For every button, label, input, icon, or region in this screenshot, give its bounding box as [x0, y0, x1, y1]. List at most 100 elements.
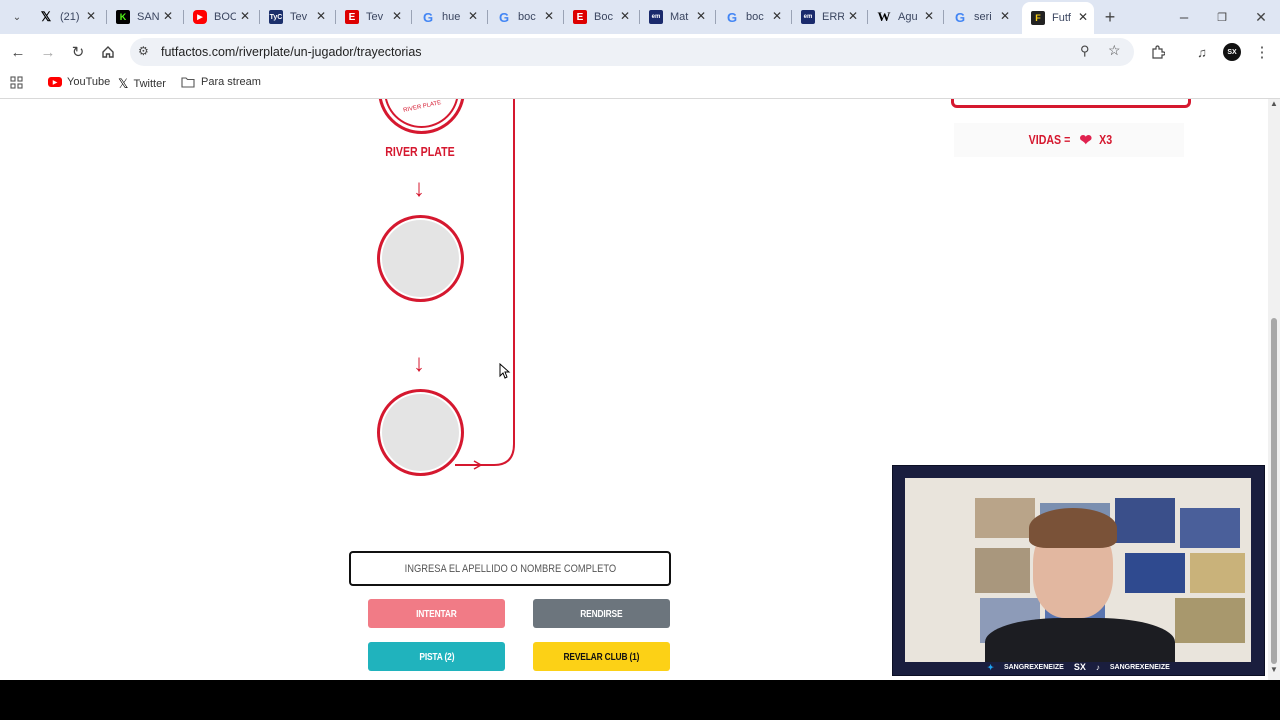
back-icon[interactable]: ← [6, 40, 30, 64]
extensions-icon[interactable] [1146, 40, 1170, 64]
tab-6[interactable]: G hue ✕ [412, 4, 484, 30]
close-tab-icon[interactable]: ✕ [86, 9, 96, 23]
tab-title: SAN [137, 11, 159, 23]
close-tab-icon[interactable]: ✕ [240, 9, 250, 23]
tab-title: ERR [822, 11, 844, 23]
tab-4[interactable]: TyC Tev ✕ [260, 4, 332, 30]
tab-title: (21) [60, 11, 80, 23]
x-logo-icon: 𝕏 [118, 76, 129, 91]
close-tab-icon[interactable]: ✕ [163, 9, 173, 23]
tab-9[interactable]: em Mat ✕ [640, 4, 712, 30]
player-name-input[interactable]: INGRESA EL APELLIDO O NOMBRE COMPLETO [349, 551, 671, 586]
youtube-icon: ▶ [193, 10, 207, 24]
tab-search-chevron-icon[interactable]: ⌄ [5, 5, 29, 29]
screen-bottom-bar [0, 680, 1280, 720]
close-tab-icon[interactable]: ✕ [544, 9, 554, 23]
club-name-river-plate: RIVER PLATE [385, 145, 455, 159]
close-tab-icon[interactable]: ✕ [696, 9, 706, 23]
reveal-club-button[interactable]: REVELAR CLUB (1) [533, 642, 670, 671]
tab-title: Tev [366, 11, 384, 23]
tab-title: BOC [214, 11, 236, 23]
espn-icon: E [345, 10, 359, 24]
media-control-icon[interactable]: ♫ [1190, 40, 1214, 64]
site-info-icon[interactable]: ⚙ [138, 44, 149, 58]
hidden-club-slot-2 [377, 389, 464, 476]
twitter-bird-icon: ✦ [987, 662, 994, 672]
kick-icon: K [116, 10, 130, 24]
bookmark-para-stream[interactable]: Para stream [181, 76, 261, 88]
close-tab-icon[interactable]: ✕ [392, 9, 402, 23]
trajectory-connector [455, 99, 515, 470]
previous-panel-bottom [951, 99, 1191, 108]
bookmark-label: Twitter [133, 78, 166, 90]
hidden-club-slot-1 [377, 215, 464, 302]
minimize-icon[interactable]: – [1172, 5, 1196, 29]
tab-1[interactable]: 𝕏 (21) ✕ [30, 4, 102, 30]
menu-kebab-icon[interactable]: ⋮ [1250, 40, 1274, 64]
webcam-caption-bar: ✦ SANGREXENEIZE SX ♪ SANGREXENEIZE [893, 659, 1264, 675]
google-icon: G [726, 9, 738, 25]
url-text[interactable]: futfactos.com/riverplate/un-jugador/tray… [161, 45, 422, 59]
site-icon: em [649, 10, 663, 24]
page-scrollbar[interactable]: ▲ ▼ [1268, 99, 1280, 680]
tab-13[interactable]: G seri ✕ [944, 4, 1016, 30]
handle-tiktok: SANGREXENEIZE [1109, 663, 1170, 671]
handle-twitter: SANGREXENEIZE [1003, 663, 1064, 671]
tyc-icon: TyC [269, 10, 283, 24]
bookmark-star-icon[interactable]: ☆ [1108, 42, 1121, 59]
home-icon[interactable] [96, 40, 120, 64]
google-icon: G [422, 9, 434, 25]
hint-button-label: PISTA (2) [419, 650, 454, 663]
tab-title: hue [442, 11, 461, 23]
streamer-body [985, 618, 1175, 662]
new-tab-icon[interactable]: + [1098, 5, 1122, 29]
close-tab-icon[interactable]: ✕ [468, 9, 478, 23]
address-bar[interactable]: ⚙ futfactos.com/riverplate/un-jugador/tr… [130, 38, 1134, 66]
lives-label: VIDAS = [1028, 133, 1070, 147]
scrollbar-thumb[interactable] [1271, 318, 1277, 664]
zoom-icon[interactable]: ⚲ [1080, 43, 1090, 59]
close-window-icon[interactable]: ✕ [1249, 5, 1273, 29]
close-tab-icon[interactable]: ✕ [620, 9, 630, 23]
apps-grid-icon[interactable] [10, 76, 23, 89]
hint-button[interactable]: PISTA (2) [368, 642, 505, 671]
give-up-button[interactable]: RENDIRSE [533, 599, 670, 628]
mouse-cursor-icon [499, 363, 511, 379]
profile-avatar[interactable]: SX [1220, 40, 1244, 64]
close-tab-icon[interactable]: ✕ [924, 9, 934, 23]
restore-icon[interactable]: ❐ [1210, 5, 1234, 29]
forward-icon[interactable]: → [36, 40, 60, 64]
reload-icon[interactable]: ↻ [66, 40, 90, 64]
input-placeholder: INGRESA EL APELLIDO O NOMBRE COMPLETO [404, 562, 616, 575]
tab-7[interactable]: G boc ✕ [488, 4, 560, 30]
scroll-up-arrow-icon[interactable]: ▲ [1270, 99, 1278, 108]
sx-logo: SX [1073, 662, 1086, 672]
close-tab-icon[interactable]: ✕ [1000, 9, 1010, 23]
tab-3[interactable]: ▶ BOC ✕ [184, 4, 256, 30]
tab-12[interactable]: W Agu ✕ [868, 4, 940, 30]
tab-5[interactable]: E Tev ✕ [336, 4, 408, 30]
bookmark-label: YouTube [67, 76, 111, 88]
tab-title: boc [746, 11, 764, 23]
tab-2[interactable]: K SAN ✕ [107, 4, 179, 30]
heart-icon: ❤ [1079, 132, 1093, 149]
reveal-club-button-label: REVELAR CLUB (1) [563, 650, 640, 663]
tab-title: Agu [898, 11, 918, 23]
close-tab-icon[interactable]: ✕ [316, 9, 326, 23]
tab-8[interactable]: E Boc ✕ [564, 4, 636, 30]
webcam-overlay: ✦ SANGREXENEIZE SX ♪ SANGREXENEIZE [892, 465, 1265, 676]
browser-toolbar: ← → ↻ ⚙ futfactos.com/riverplate/un-juga… [0, 34, 1280, 70]
espn-icon: E [573, 10, 587, 24]
tab-10[interactable]: G boc ✕ [716, 4, 788, 30]
close-tab-icon[interactable]: ✕ [848, 9, 858, 23]
bookmark-youtube[interactable]: ▶ YouTube [48, 76, 110, 88]
close-tab-icon[interactable]: ✕ [772, 9, 782, 23]
scroll-down-arrow-icon[interactable]: ▼ [1270, 665, 1278, 674]
tab-14-active[interactable]: F Futf ✕ [1022, 2, 1094, 34]
profile-initials: SX [1223, 43, 1241, 61]
try-button[interactable]: INTENTAR [368, 599, 505, 628]
google-icon: G [498, 9, 510, 25]
close-tab-icon[interactable]: ✕ [1078, 10, 1088, 24]
tab-11[interactable]: em ERR ✕ [792, 4, 864, 30]
bookmark-twitter[interactable]: 𝕏 Twitter [118, 76, 166, 92]
